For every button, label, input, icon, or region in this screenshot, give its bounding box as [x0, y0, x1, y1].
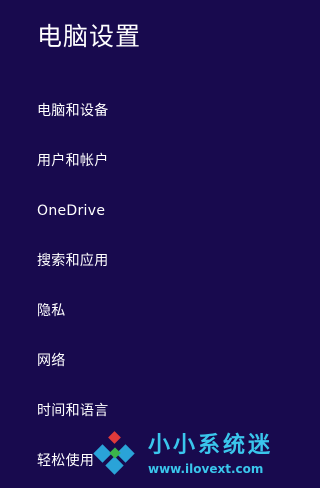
nav-item-pc-and-devices[interactable]: 电脑和设备: [0, 86, 276, 136]
nav-item-network[interactable]: 网络: [0, 336, 276, 386]
nav-item-onedrive[interactable]: OneDrive: [0, 186, 276, 236]
nav-item-accounts[interactable]: 用户和帐户: [0, 136, 276, 186]
nav-item-label: 时间和语言: [37, 403, 109, 419]
nav-item-label: 用户和帐户: [37, 153, 109, 169]
nav-item-privacy[interactable]: 隐私: [0, 286, 276, 336]
nav-item-label: 电脑和设备: [37, 103, 109, 119]
nav-item-label: OneDrive: [37, 203, 106, 219]
settings-nav-list: 电脑和设备 用户和帐户 OneDrive 搜索和应用 隐私 网络 时间和语言 轻…: [0, 86, 276, 486]
watermark-logo-icon: [93, 431, 135, 475]
nav-item-search-and-apps[interactable]: 搜索和应用: [0, 236, 276, 286]
watermark-url: www.ilovext.com: [148, 462, 264, 476]
nav-item-label: 搜索和应用: [37, 253, 109, 269]
settings-panel: 电脑设置 电脑和设备 用户和帐户 OneDrive 搜索和应用 隐私 网络 时间…: [0, 0, 276, 488]
page-title: 电脑设置: [37, 22, 142, 51]
nav-item-label: 轻松使用: [37, 453, 95, 469]
nav-item-label: 网络: [37, 353, 66, 369]
watermark: 小小系统迷 www.ilovext.com: [88, 427, 276, 483]
watermark-title: 小小系统迷: [148, 433, 274, 458]
nav-item-label: 隐私: [37, 303, 66, 319]
